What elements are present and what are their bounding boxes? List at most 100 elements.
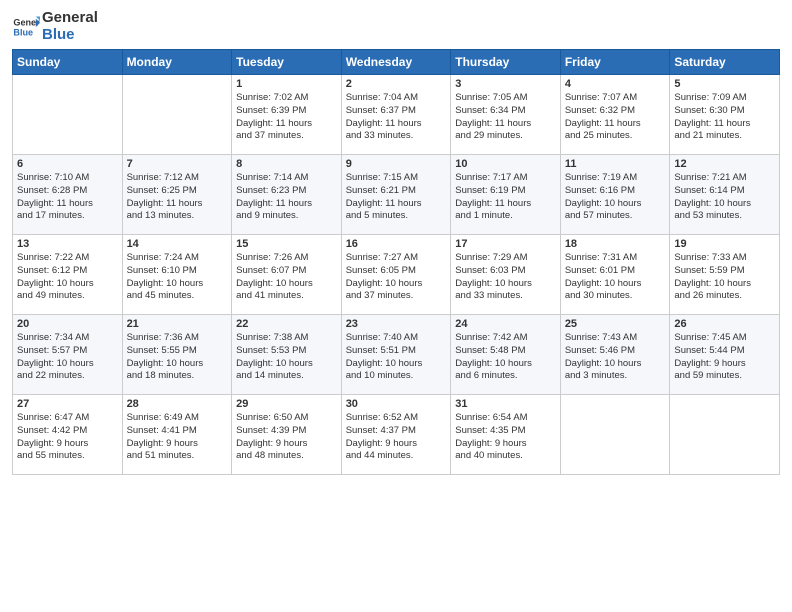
calendar-cell: 7 Sunrise: 7:12 AMSunset: 6:25 PMDaylight… (122, 155, 232, 235)
calendar-cell: 9 Sunrise: 7:15 AMSunset: 6:21 PMDaylight… (341, 155, 451, 235)
day-number: 11 (565, 158, 666, 170)
day-number: 14 (127, 238, 228, 250)
day-number: 19 (674, 238, 775, 250)
calendar-cell: 29Sunrise: 6:50 AMSunset: 4:39 PMDayligh… (232, 395, 342, 475)
week-row-2: 13Sunrise: 7:22 AMSunset: 6:12 PMDayligh… (13, 235, 780, 315)
header-cell-thursday: Thursday (451, 50, 561, 75)
calendar-cell: 2Sunrise: 7:04 AMSunset: 6:37 PMDaylight… (341, 75, 451, 155)
header-cell-saturday: Saturday (670, 50, 780, 75)
calendar-cell: 6 Sunrise: 7:10 AMSunset: 6:28 PMDaylight… (13, 155, 123, 235)
cell-content: Sunrise: 7:29 AMSunset: 6:03 PMDaylight:… (455, 252, 556, 303)
day-number: 7 (127, 158, 228, 170)
day-number: 24 (455, 318, 556, 330)
cell-content: Sunrise: 7:24 AMSunset: 6:10 PMDaylight:… (127, 252, 228, 303)
week-row-4: 27 Sunrise: 6:47 AMSunset: 4:42 PMDayligh… (13, 395, 780, 475)
calendar-cell (670, 395, 780, 475)
cell-content: Sunrise: 7:17 AMSunset: 6:19 PMDaylight:… (455, 172, 556, 223)
day-number: 25 (565, 318, 666, 330)
week-row-1: 6 Sunrise: 7:10 AMSunset: 6:28 PMDaylight… (13, 155, 780, 235)
calendar-cell: 25 Sunrise: 7:43 AMSunset: 5:46 PMDayligh… (560, 315, 670, 395)
day-number: 20 (17, 318, 118, 330)
header-cell-friday: Friday (560, 50, 670, 75)
cell-content: Sunrise: 7:12 AMSunset: 6:25 PMDaylight:… (127, 172, 228, 223)
week-row-3: 20 Sunrise: 7:34 AMSunset: 5:57 PMDayligh… (13, 315, 780, 395)
page: General Blue General Blue SundayMondayTu… (0, 0, 792, 612)
cell-content: Sunrise: 7:15 AMSunset: 6:21 PMDaylight:… (346, 172, 447, 223)
calendar-cell: 23 Sunrise: 7:40 AMSunset: 5:51 PMDayligh… (341, 315, 451, 395)
cell-content: Sunrise: 6:54 AMSunset: 4:35 PMDaylight:… (455, 412, 556, 463)
header-cell-sunday: Sunday (13, 50, 123, 75)
cell-content: Sunrise: 7:40 AMSunset: 5:51 PMDaylight:… (346, 332, 447, 383)
day-number: 16 (346, 238, 447, 250)
day-number: 18 (565, 238, 666, 250)
day-number: 1 (236, 78, 337, 90)
cell-content: Sunrise: 7:42 AMSunset: 5:48 PMDaylight:… (455, 332, 556, 383)
svg-text:Blue: Blue (13, 27, 33, 37)
week-row-0: 1 Sunrise: 7:02 AMSunset: 6:39 PMDaylight… (13, 75, 780, 155)
header-cell-tuesday: Tuesday (232, 50, 342, 75)
day-number: 4 (565, 78, 666, 90)
calendar-cell: 24 Sunrise: 7:42 AMSunset: 5:48 PMDayligh… (451, 315, 561, 395)
day-number: 6 (17, 158, 118, 170)
day-number: 12 (674, 158, 775, 170)
cell-content: Sunrise: 7:19 AMSunset: 6:16 PMDaylight:… (565, 172, 666, 223)
day-number: 5 (674, 78, 775, 90)
calendar-cell (560, 395, 670, 475)
cell-content: Sunrise: 7:21 AMSunset: 6:14 PMDaylight:… (674, 172, 775, 223)
day-number: 13 (17, 238, 118, 250)
calendar-cell: 20 Sunrise: 7:34 AMSunset: 5:57 PMDayligh… (13, 315, 123, 395)
header-cell-wednesday: Wednesday (341, 50, 451, 75)
calendar-cell: 13Sunrise: 7:22 AMSunset: 6:12 PMDayligh… (13, 235, 123, 315)
calendar-cell: 11 Sunrise: 7:19 AMSunset: 6:16 PMDayligh… (560, 155, 670, 235)
calendar-cell: 26 Sunrise: 7:45 AMSunset: 5:44 PMDayligh… (670, 315, 780, 395)
calendar-header: SundayMondayTuesdayWednesdayThursdayFrid… (13, 50, 780, 75)
cell-content: Sunrise: 7:43 AMSunset: 5:46 PMDaylight:… (565, 332, 666, 383)
calendar-cell: 27 Sunrise: 6:47 AMSunset: 4:42 PMDayligh… (13, 395, 123, 475)
day-number: 31 (455, 398, 556, 410)
calendar-cell: 16 Sunrise: 7:27 AMSunset: 6:05 PMDayligh… (341, 235, 451, 315)
cell-content: Sunrise: 7:36 AMSunset: 5:55 PMDaylight:… (127, 332, 228, 383)
cell-content: Sunrise: 7:45 AMSunset: 5:44 PMDaylight:… (674, 332, 775, 383)
cell-content: Sunrise: 7:09 AMSunset: 6:30 PMDaylight:… (674, 92, 775, 143)
logo: General Blue General Blue (12, 10, 98, 43)
header-row: SundayMondayTuesdayWednesdayThursdayFrid… (13, 50, 780, 75)
calendar-cell: 28 Sunrise: 6:49 AMSunset: 4:41 PMDayligh… (122, 395, 232, 475)
cell-content: Sunrise: 7:14 AMSunset: 6:23 PMDaylight:… (236, 172, 337, 223)
calendar-cell: 30Sunrise: 6:52 AMSunset: 4:37 PMDayligh… (341, 395, 451, 475)
calendar-cell: 14 Sunrise: 7:24 AMSunset: 6:10 PMDayligh… (122, 235, 232, 315)
logo-general: General (42, 10, 98, 27)
day-number: 26 (674, 318, 775, 330)
cell-content: Sunrise: 7:27 AMSunset: 6:05 PMDaylight:… (346, 252, 447, 303)
day-number: 29 (236, 398, 337, 410)
calendar-cell: 21 Sunrise: 7:36 AMSunset: 5:55 PMDayligh… (122, 315, 232, 395)
day-number: 27 (17, 398, 118, 410)
logo-blue: Blue (42, 27, 98, 44)
cell-content: Sunrise: 6:49 AMSunset: 4:41 PMDaylight:… (127, 412, 228, 463)
calendar-cell: 19Sunrise: 7:33 AMSunset: 5:59 PMDayligh… (670, 235, 780, 315)
calendar-cell: 18Sunrise: 7:31 AMSunset: 6:01 PMDayligh… (560, 235, 670, 315)
cell-content: Sunrise: 7:38 AMSunset: 5:53 PMDaylight:… (236, 332, 337, 383)
calendar-cell: 12 Sunrise: 7:21 AMSunset: 6:14 PMDayligh… (670, 155, 780, 235)
day-number: 15 (236, 238, 337, 250)
header: General Blue General Blue (12, 10, 780, 43)
day-number: 23 (346, 318, 447, 330)
day-number: 22 (236, 318, 337, 330)
logo-icon: General Blue (12, 13, 40, 41)
calendar-table: SundayMondayTuesdayWednesdayThursdayFrid… (12, 49, 780, 475)
calendar-cell: 4Sunrise: 7:07 AMSunset: 6:32 PMDaylight… (560, 75, 670, 155)
day-number: 10 (455, 158, 556, 170)
calendar-cell (13, 75, 123, 155)
cell-content: Sunrise: 7:05 AMSunset: 6:34 PMDaylight:… (455, 92, 556, 143)
day-number: 21 (127, 318, 228, 330)
calendar-cell: 3 Sunrise: 7:05 AMSunset: 6:34 PMDaylight… (451, 75, 561, 155)
calendar-cell: 5 Sunrise: 7:09 AMSunset: 6:30 PMDaylight… (670, 75, 780, 155)
cell-content: Sunrise: 6:47 AMSunset: 4:42 PMDaylight:… (17, 412, 118, 463)
cell-content: Sunrise: 7:02 AMSunset: 6:39 PMDaylight:… (236, 92, 337, 143)
calendar-body: 1 Sunrise: 7:02 AMSunset: 6:39 PMDaylight… (13, 75, 780, 475)
day-number: 3 (455, 78, 556, 90)
day-number: 17 (455, 238, 556, 250)
day-number: 28 (127, 398, 228, 410)
day-number: 9 (346, 158, 447, 170)
cell-content: Sunrise: 7:10 AMSunset: 6:28 PMDaylight:… (17, 172, 118, 223)
cell-content: Sunrise: 7:34 AMSunset: 5:57 PMDaylight:… (17, 332, 118, 383)
